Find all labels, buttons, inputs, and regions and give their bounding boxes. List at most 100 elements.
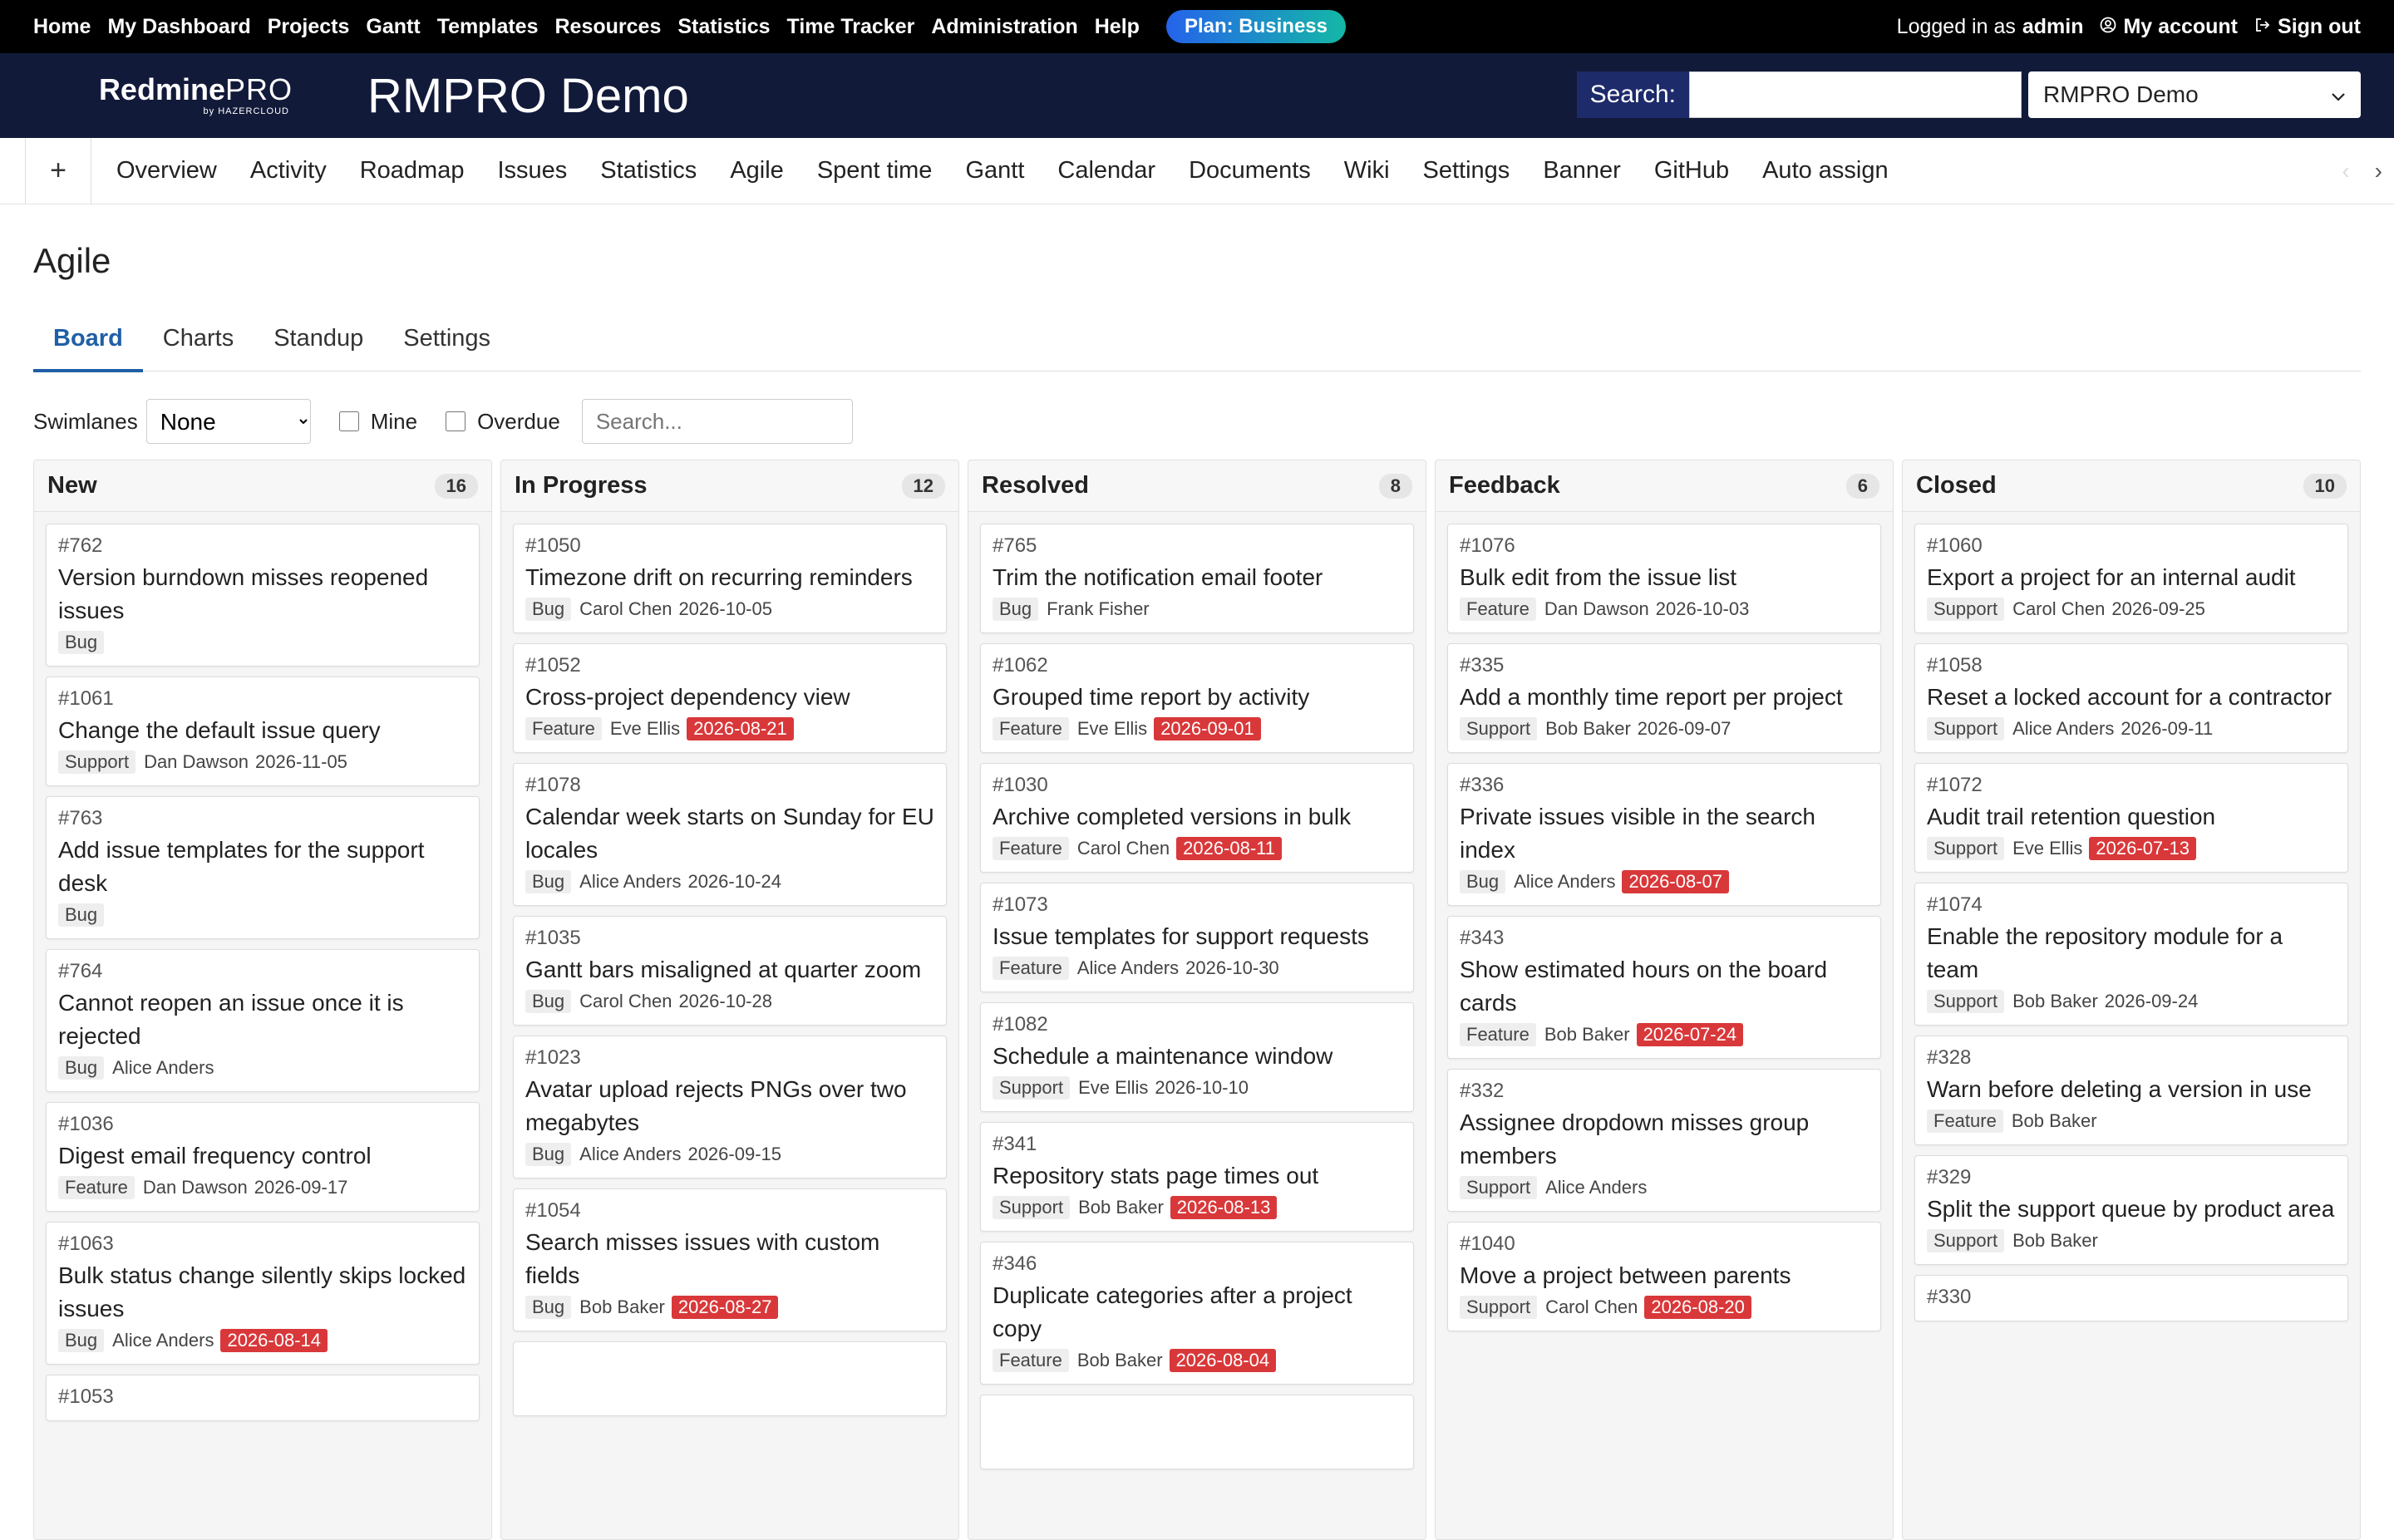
issue-subject[interactable]: Cannot reopen an issue once it is reject… — [58, 986, 467, 1053]
issue-card[interactable]: #1076 Bulk edit from the issue list Featur… — [1447, 524, 1881, 633]
issue-id[interactable]: #1058 — [1927, 654, 2336, 677]
issue-id[interactable]: #1050 — [525, 534, 934, 558]
issue-subject[interactable]: Export a project for an internal audit — [1927, 561, 2336, 594]
issue-subject[interactable]: Schedule a maintenance window — [993, 1040, 1401, 1073]
issue-subject[interactable]: Bulk edit from the issue list — [1460, 561, 1869, 594]
menu-tab-roadmap[interactable]: Roadmap — [360, 157, 465, 185]
issue-id[interactable]: #765 — [993, 534, 1401, 558]
issue-card[interactable]: #763 Add issue templates for the support … — [46, 796, 480, 939]
plan-badge[interactable]: Plan: Business — [1165, 10, 1346, 43]
top-link-statistics[interactable]: Statistics — [677, 15, 770, 39]
issue-card[interactable]: #328 Warn before deleting a version in us… — [1914, 1036, 2348, 1145]
issue-id[interactable]: #346 — [993, 1252, 1401, 1276]
menu-tab-wiki[interactable]: Wiki — [1344, 157, 1390, 185]
issue-id[interactable]: #1040 — [1460, 1232, 1869, 1256]
menu-tab-calendar[interactable]: Calendar — [1057, 157, 1155, 185]
issue-subject[interactable]: Archive completed versions in bulk — [993, 800, 1401, 834]
top-link-help[interactable]: Help — [1095, 15, 1140, 39]
issue-card[interactable]: #1053 — [46, 1375, 480, 1421]
issue-id[interactable]: #1082 — [993, 1013, 1401, 1036]
top-link-resources[interactable]: Resources — [555, 15, 662, 39]
top-link-home[interactable]: Home — [33, 15, 91, 39]
issue-subject[interactable]: Private issues visible in the search ind… — [1460, 800, 1869, 867]
new-object-button[interactable]: + — [25, 138, 91, 204]
issue-subject[interactable]: Enable the repository module for a team — [1927, 920, 2336, 986]
issue-id[interactable]: #1060 — [1927, 534, 2336, 558]
mine-checkbox[interactable] — [338, 411, 359, 431]
menu-tab-auto-assign[interactable]: Auto assign — [1762, 157, 1889, 185]
subtab-board[interactable]: Board — [33, 317, 143, 372]
issue-card[interactable]: #1060 Export a project for an internal au… — [1914, 524, 2348, 633]
issue-subject[interactable]: Move a project between parents — [1460, 1259, 1869, 1292]
issue-card[interactable]: #336 Private issues visible in the search… — [1447, 763, 1881, 906]
subtab-standup[interactable]: Standup — [254, 317, 383, 369]
issue-id[interactable]: #1072 — [1927, 774, 2336, 797]
issue-card[interactable]: #1030 Archive completed versions in bulk F… — [980, 763, 1414, 873]
menu-tab-banner[interactable]: Banner — [1543, 157, 1621, 185]
issue-card[interactable]: #762 Version burndown misses reopened iss… — [46, 524, 480, 667]
quick-search-input[interactable] — [1689, 71, 2022, 118]
issue-subject[interactable]: Duplicate categories after a project cop… — [993, 1279, 1401, 1346]
issue-id[interactable]: #336 — [1460, 774, 1869, 797]
issue-subject[interactable]: Calendar week starts on Sunday for EU lo… — [525, 800, 934, 867]
issue-id[interactable]: #763 — [58, 807, 467, 830]
issue-card[interactable] — [980, 1395, 1414, 1469]
my-account-label[interactable]: My account — [2123, 15, 2238, 39]
issue-card[interactable]: #1073 Issue templates for support request… — [980, 883, 1414, 992]
issue-id[interactable]: #1061 — [58, 687, 467, 711]
issue-card[interactable] — [513, 1341, 947, 1416]
issue-subject[interactable]: Avatar upload rejects PNGs over two mega… — [525, 1073, 934, 1139]
issue-subject[interactable]: Reset a locked account for a contractor — [1927, 681, 2336, 714]
top-link-projects[interactable]: Projects — [268, 15, 350, 39]
issue-subject[interactable]: Version burndown misses reopened issues — [58, 561, 467, 627]
issue-card[interactable]: #1040 Move a project between parents Suppo… — [1447, 1222, 1881, 1331]
my-account-link[interactable]: My account — [2100, 15, 2238, 39]
sign-out-label[interactable]: Sign out — [2278, 15, 2361, 39]
menu-tab-github[interactable]: GitHub — [1654, 157, 1729, 185]
top-link-time-tracker[interactable]: Time Tracker — [787, 15, 915, 39]
issue-subject[interactable]: Issue templates for support requests — [993, 920, 1401, 953]
issue-id[interactable]: #1054 — [525, 1199, 934, 1223]
issue-id[interactable]: #1035 — [525, 927, 934, 950]
project-jump-select[interactable]: RMPRO Demo — [2028, 71, 2361, 118]
issue-card[interactable]: #335 Add a monthly time report per projec… — [1447, 643, 1881, 753]
issue-card[interactable]: #341 Repository stats page times out Suppo… — [980, 1122, 1414, 1232]
issue-subject[interactable]: Add a monthly time report per project — [1460, 681, 1869, 714]
issue-subject[interactable]: Repository stats page times out — [993, 1159, 1401, 1193]
top-link-gantt[interactable]: Gantt — [366, 15, 420, 39]
issue-subject[interactable]: Grouped time report by activity — [993, 681, 1401, 714]
issue-card[interactable]: #330 — [1914, 1275, 2348, 1321]
issue-card[interactable]: #329 Split the support queue by product a… — [1914, 1155, 2348, 1265]
issue-card[interactable]: #764 Cannot reopen an issue once it is re… — [46, 949, 480, 1092]
issue-id[interactable]: #1023 — [525, 1046, 934, 1070]
menu-tab-gantt[interactable]: Gantt — [965, 157, 1024, 185]
issue-card[interactable]: #1063 Bulk status change silently skips l… — [46, 1222, 480, 1365]
top-link-administration[interactable]: Administration — [931, 15, 1077, 39]
issue-id[interactable]: #343 — [1460, 927, 1869, 950]
issue-card[interactable]: #1052 Cross-project dependency view Featur… — [513, 643, 947, 753]
issue-subject[interactable]: Cross-project dependency view — [525, 681, 934, 714]
issue-subject[interactable]: Split the support queue by product area — [1927, 1193, 2336, 1226]
issue-card[interactable]: #1078 Calendar week starts on Sunday for … — [513, 763, 947, 906]
issue-subject[interactable]: Change the default issue query — [58, 714, 467, 747]
subtab-settings[interactable]: Settings — [383, 317, 510, 369]
menu-tab-agile[interactable]: Agile — [730, 157, 784, 185]
issue-id[interactable]: #1063 — [58, 1232, 467, 1256]
issue-subject[interactable]: Show estimated hours on the board cards — [1460, 953, 1869, 1020]
issue-id[interactable]: #341 — [993, 1133, 1401, 1156]
issue-id[interactable]: #328 — [1927, 1046, 2336, 1070]
logged-in-user[interactable]: admin — [2022, 15, 2084, 39]
issue-card[interactable]: #1061 Change the default issue query Suppo… — [46, 677, 480, 786]
issue-subject[interactable]: Audit trail retention question — [1927, 800, 2336, 834]
issue-subject[interactable]: Warn before deleting a version in use — [1927, 1073, 2336, 1106]
issue-subject[interactable]: Assignee dropdown misses group members — [1460, 1106, 1869, 1173]
issue-card[interactable]: #1074 Enable the repository module for a … — [1914, 883, 2348, 1026]
menu-tab-spent-time[interactable]: Spent time — [817, 157, 933, 185]
menu-tab-issues[interactable]: Issues — [497, 157, 567, 185]
issue-card[interactable]: #346 Duplicate categories after a project… — [980, 1242, 1414, 1385]
chevron-right-icon[interactable]: › — [2375, 158, 2382, 185]
sign-out-link[interactable]: Sign out — [2254, 15, 2361, 39]
issue-id[interactable]: #1053 — [58, 1385, 467, 1409]
issue-card[interactable]: #1082 Schedule a maintenance window Suppor… — [980, 1002, 1414, 1112]
top-link-templates[interactable]: Templates — [437, 15, 539, 39]
